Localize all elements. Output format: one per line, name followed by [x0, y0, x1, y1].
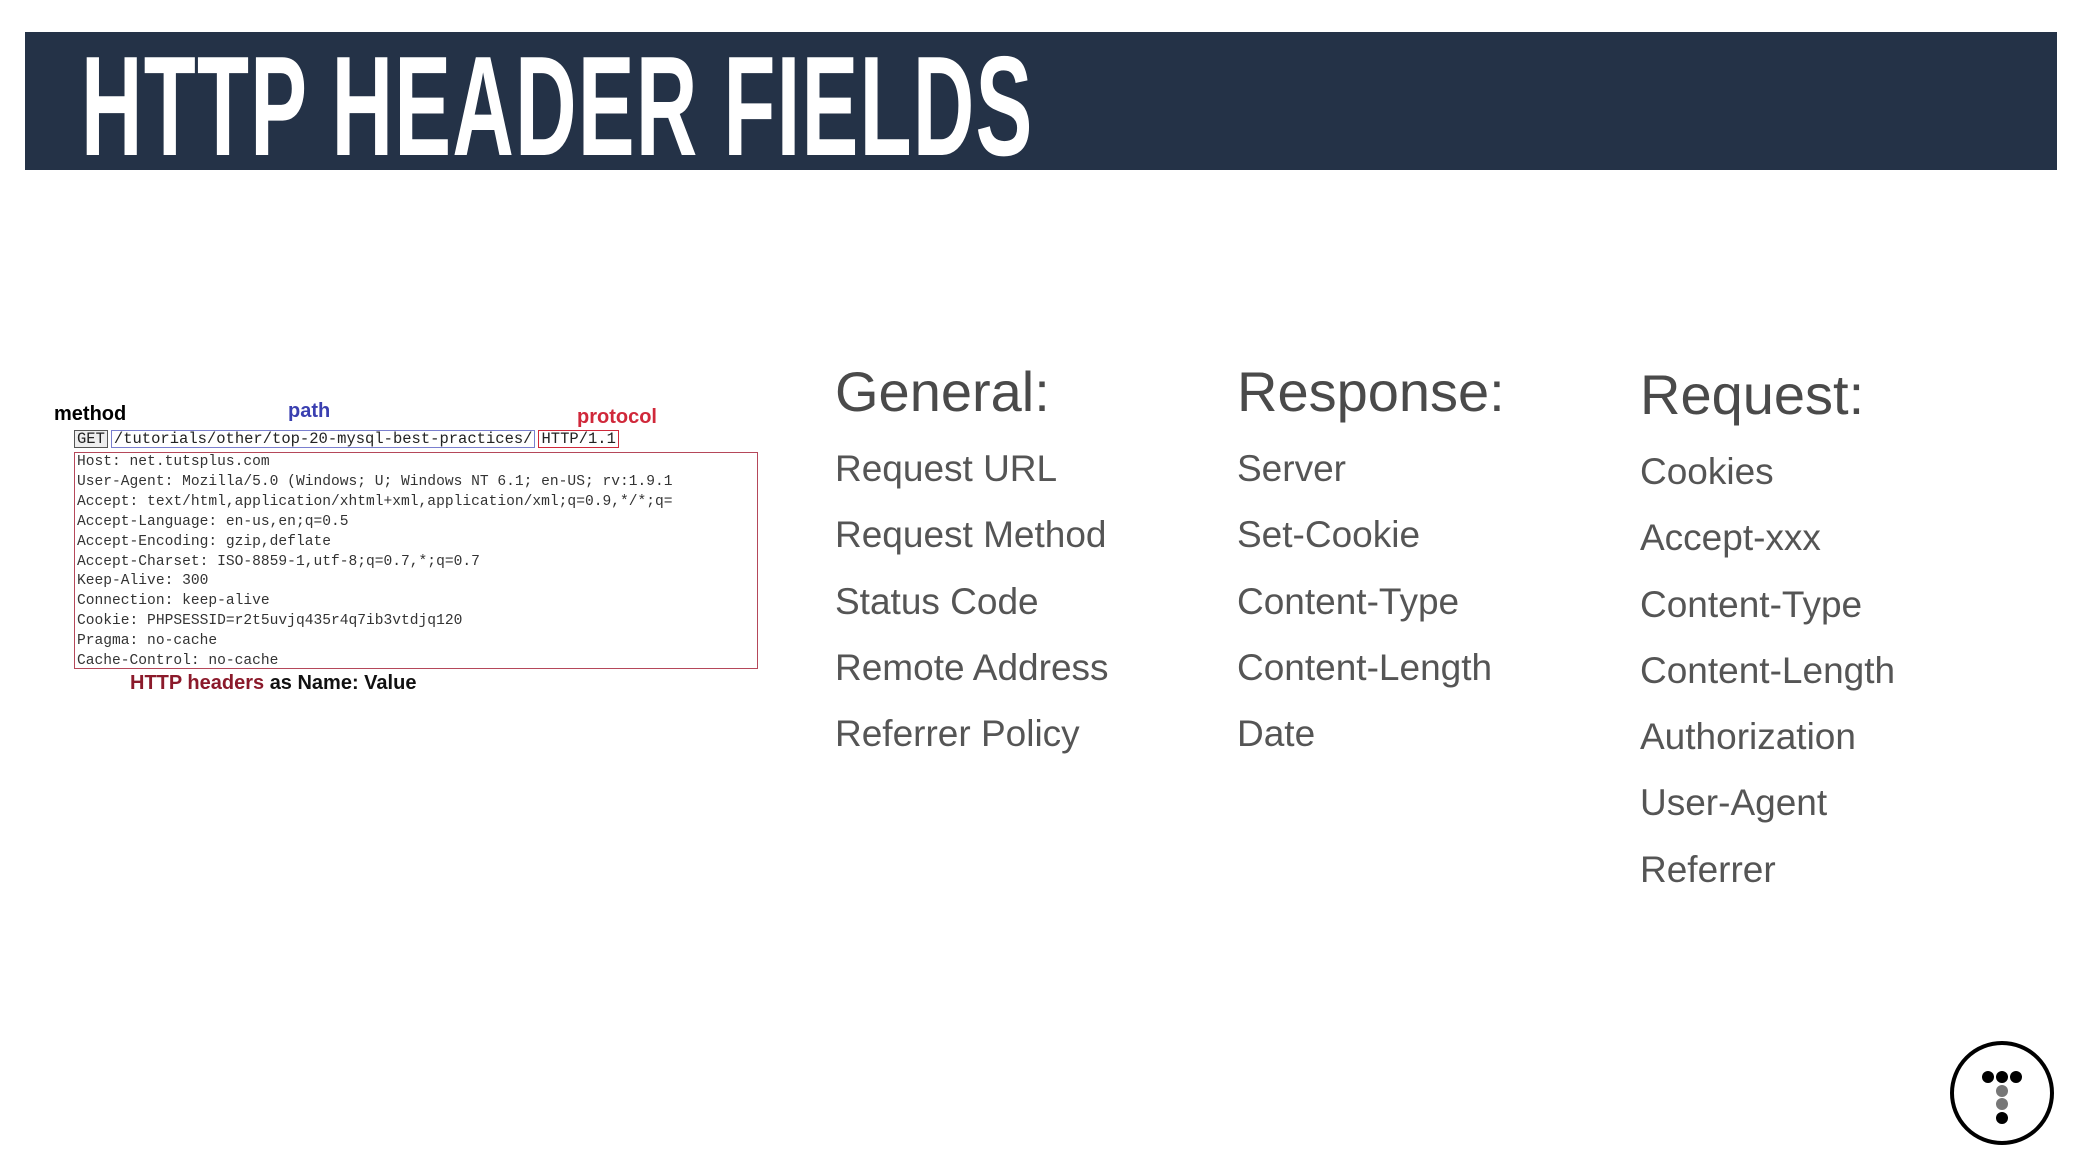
field-item: Content-Length	[1237, 646, 1493, 688]
field-item: Content-Type	[1640, 583, 1863, 625]
header-line: Accept-Language: en-us,en;q=0.5	[77, 513, 349, 530]
field-item: Request URL	[835, 448, 1058, 489]
field-item: User-Agent	[1640, 782, 1828, 824]
field-item: Referrer	[1640, 848, 1776, 890]
header-line: Accept-Encoding: gzip,deflate	[77, 533, 331, 550]
request-path: /tutorials/other/top-20-mysql-best-pract…	[110, 430, 536, 448]
header-line: Cookie: PHPSESSID=r2t5uvjq435r4q7ib3vtdj…	[77, 613, 463, 630]
page-title: HTTP HEADER FIELDS	[81, 27, 1034, 186]
field-item: Referrer Policy	[835, 713, 1080, 755]
tutsplus-logo-icon	[1950, 1041, 2054, 1145]
column-heading: Response:	[1237, 360, 1505, 423]
column-heading: General:	[835, 360, 1050, 423]
header-line: Keep-Alive: 300	[77, 573, 209, 590]
field-item: Remote Address	[835, 646, 1109, 688]
column-general: General: Request URL Request Method Status…	[835, 360, 1109, 767]
header-line: Host: net.tutsplus.com	[77, 454, 270, 470]
header-line: Accept-Charset: ISO-8859-1,utf-8;q=0.7,*…	[77, 553, 480, 570]
header-line: Accept: text/html,application/xhtml+xml,…	[77, 493, 673, 510]
path-label: path	[288, 400, 331, 422]
title-bar: HTTP HEADER FIELDS	[25, 27, 2057, 186]
caption-highlight: HTTP headers	[130, 672, 265, 694]
field-item: Accept-xxx	[1640, 517, 1821, 559]
field-item: Status Code	[835, 580, 1039, 622]
field-item: Request Method	[835, 514, 1107, 556]
field-item: Date	[1237, 713, 1316, 755]
column-response: Response: Server Set-Cookie Content-Type Co…	[1237, 360, 1505, 767]
field-item: Server	[1237, 448, 1346, 489]
field-item: Content-Type	[1237, 580, 1460, 622]
field-item: Authorization	[1640, 716, 1856, 758]
caption-rest: as Name: Value	[269, 672, 417, 694]
request-line: GET /tutorials/other/top-20-mysql-best-p…	[74, 430, 619, 448]
request-protocol: HTTP/1.1	[538, 430, 619, 448]
header-line: Connection: keep-alive	[77, 593, 270, 610]
column-request: Request: Cookies Accept-xxx Content-Type Co…	[1640, 363, 1895, 903]
diagram-caption: HTTP headers as Name: Value	[130, 672, 416, 695]
header-line: User-Agent: Mozilla/5.0 (Windows; U; Win…	[77, 473, 673, 490]
header-line: Cache-Control: no-cache	[77, 653, 279, 669]
field-item: Set-Cookie	[1237, 514, 1421, 556]
field-item: Content-Length	[1640, 649, 1896, 691]
column-heading: Request:	[1640, 363, 1865, 426]
request-method: GET	[74, 430, 108, 448]
header-lines-box: Host: net.tutsplus.com User-Agent: Mozill…	[74, 452, 758, 669]
method-label: method	[54, 403, 127, 425]
protocol-label: protocol	[577, 406, 657, 428]
field-item: Cookies	[1640, 451, 1774, 492]
header-line: Pragma: no-cache	[77, 633, 218, 650]
